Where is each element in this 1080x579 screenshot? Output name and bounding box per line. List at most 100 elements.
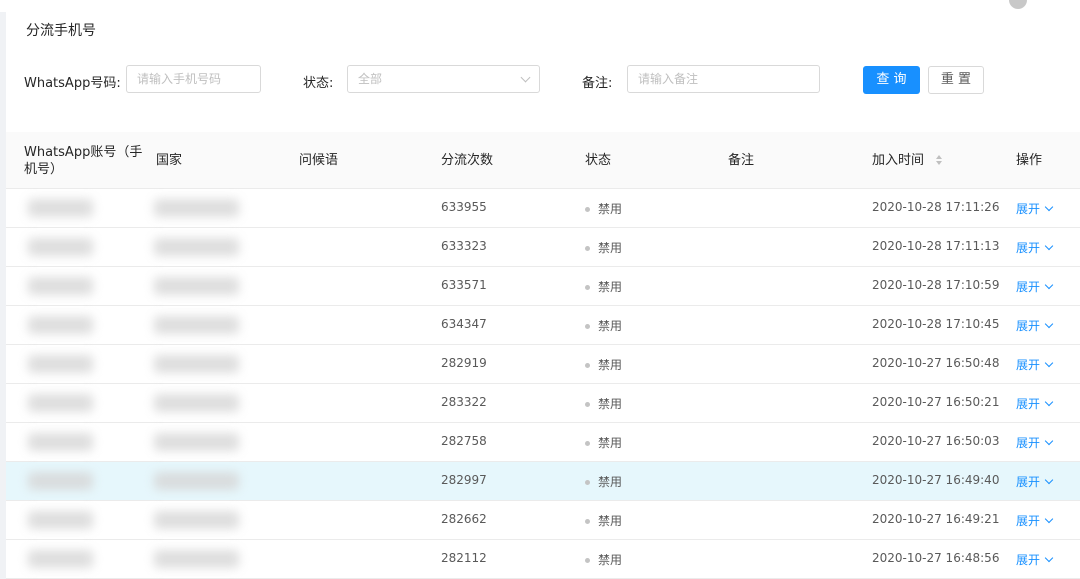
status-text: 禁用 [598, 202, 623, 216]
status-cell: 禁用 [585, 473, 622, 490]
redacted-phone [28, 472, 93, 490]
status-text: 禁用 [598, 280, 623, 294]
status-dot-icon [585, 246, 590, 251]
status-cell: 禁用 [585, 512, 622, 529]
join-time-cell: 2020-10-28 17:11:13 [872, 239, 1000, 253]
chevron-down-icon [1044, 553, 1054, 563]
column-header-join-time[interactable]: 加入时间 [872, 152, 944, 169]
redacted-phone [28, 277, 93, 295]
join-time-cell: 2020-10-27 16:50:03 [872, 434, 1000, 448]
expand-action[interactable]: 展开 [1016, 239, 1054, 256]
status-cell: 禁用 [585, 239, 622, 256]
table-row[interactable]: 633955 禁用 2020-10-28 17:11:26 展开 [6, 189, 1080, 228]
count-cell: 282997 [441, 473, 487, 487]
chevron-down-icon [1044, 202, 1054, 212]
expand-action[interactable]: 展开 [1016, 473, 1054, 490]
count-cell: 282112 [441, 551, 487, 565]
table-row[interactable]: 282112 禁用 2020-10-27 16:48:56 展开 [6, 540, 1080, 579]
expand-action-label: 展开 [1016, 241, 1041, 255]
chevron-down-icon [1044, 397, 1054, 407]
expand-action[interactable]: 展开 [1016, 317, 1054, 334]
remark-filter-label: 备注: [582, 76, 613, 91]
table-row[interactable]: 282758 禁用 2020-10-27 16:50:03 展开 [6, 423, 1080, 462]
status-select[interactable]: 全部 [347, 65, 540, 93]
column-header-join-time-label: 加入时间 [872, 153, 925, 168]
status-select-value: 全部 [358, 72, 383, 86]
join-time-cell: 2020-10-27 16:49:21 [872, 512, 1000, 526]
column-header-account-line2: 机号） [24, 162, 64, 177]
expand-action[interactable]: 展开 [1016, 200, 1054, 217]
expand-action-label: 展开 [1016, 280, 1041, 294]
expand-action[interactable]: 展开 [1016, 551, 1054, 568]
join-time-cell: 2020-10-28 17:11:26 [872, 200, 1000, 214]
top-bar [0, 0, 1080, 12]
user-avatar[interactable] [1009, 0, 1027, 9]
status-dot-icon [585, 402, 590, 407]
expand-action-label: 展开 [1016, 436, 1041, 450]
status-dot-icon [585, 207, 590, 212]
status-dot-icon [585, 480, 590, 485]
count-cell: 283322 [441, 395, 487, 409]
status-text: 禁用 [598, 475, 623, 489]
status-dot-icon [585, 285, 590, 290]
column-header-count: 分流次数 [441, 153, 494, 168]
redacted-country [154, 511, 239, 529]
table-row[interactable]: 282662 禁用 2020-10-27 16:49:21 展开 [6, 501, 1080, 540]
redacted-country [154, 355, 239, 373]
expand-action[interactable]: 展开 [1016, 512, 1054, 529]
redacted-country [154, 277, 239, 295]
reset-button[interactable]: 重 置 [928, 66, 984, 94]
expand-action[interactable]: 展开 [1016, 356, 1054, 373]
redacted-phone [28, 511, 93, 529]
expand-action[interactable]: 展开 [1016, 395, 1054, 412]
join-time-cell: 2020-10-28 17:10:59 [872, 278, 1000, 292]
table-row[interactable]: 633323 禁用 2020-10-28 17:11:13 展开 [6, 228, 1080, 267]
count-cell: 633571 [441, 278, 487, 292]
status-text: 禁用 [598, 358, 623, 372]
redacted-country [154, 394, 239, 412]
status-cell: 禁用 [585, 551, 622, 568]
query-button[interactable]: 查 询 [863, 66, 920, 94]
status-text: 禁用 [598, 514, 623, 528]
join-time-cell: 2020-10-28 17:10:45 [872, 317, 1000, 331]
table-row[interactable]: 282997 禁用 2020-10-27 16:49:40 展开 [6, 462, 1080, 501]
expand-action-label: 展开 [1016, 553, 1041, 567]
whatsapp-number-input[interactable] [126, 65, 261, 93]
remark-input[interactable] [627, 65, 820, 93]
status-filter-label: 状态: [303, 76, 334, 91]
status-dot-icon [585, 324, 590, 329]
expand-action[interactable]: 展开 [1016, 278, 1054, 295]
join-time-cell: 2020-10-27 16:48:56 [872, 551, 1000, 565]
chevron-down-icon [1044, 319, 1054, 329]
redacted-country [154, 550, 239, 568]
redacted-phone [28, 394, 93, 412]
expand-action-label: 展开 [1016, 319, 1041, 333]
status-cell: 禁用 [585, 200, 622, 217]
table-row[interactable]: 283322 禁用 2020-10-27 16:50:21 展开 [6, 384, 1080, 423]
chevron-down-icon [1044, 280, 1054, 290]
status-cell: 禁用 [585, 317, 622, 334]
table-row[interactable]: 634347 禁用 2020-10-28 17:10:45 展开 [6, 306, 1080, 345]
expand-action[interactable]: 展开 [1016, 434, 1054, 451]
table-row[interactable]: 633571 禁用 2020-10-28 17:10:59 展开 [6, 267, 1080, 306]
table-row[interactable]: 282919 禁用 2020-10-27 16:50:48 展开 [6, 345, 1080, 384]
status-dot-icon [585, 363, 590, 368]
join-time-cell: 2020-10-27 16:49:40 [872, 473, 1000, 487]
status-text: 禁用 [598, 241, 623, 255]
sort-icon[interactable] [936, 154, 944, 167]
redacted-country [154, 316, 239, 334]
redacted-phone [28, 238, 93, 256]
column-header-status: 状态 [585, 153, 612, 168]
redacted-phone [28, 355, 93, 373]
status-dot-icon [585, 558, 590, 563]
column-header-remark: 备注 [728, 153, 755, 168]
column-header-greeting: 问候语 [299, 153, 339, 168]
expand-action-label: 展开 [1016, 358, 1041, 372]
chevron-down-icon [520, 72, 531, 83]
status-cell: 禁用 [585, 278, 622, 295]
redacted-country [154, 433, 239, 451]
expand-action-label: 展开 [1016, 514, 1041, 528]
main-panel: 分流手机号 WhatsApp号码: 状态: 全部 备注: 查 询 重 置 Wha… [6, 12, 1080, 579]
count-cell: 633323 [441, 239, 487, 253]
chevron-down-icon [1044, 358, 1054, 368]
